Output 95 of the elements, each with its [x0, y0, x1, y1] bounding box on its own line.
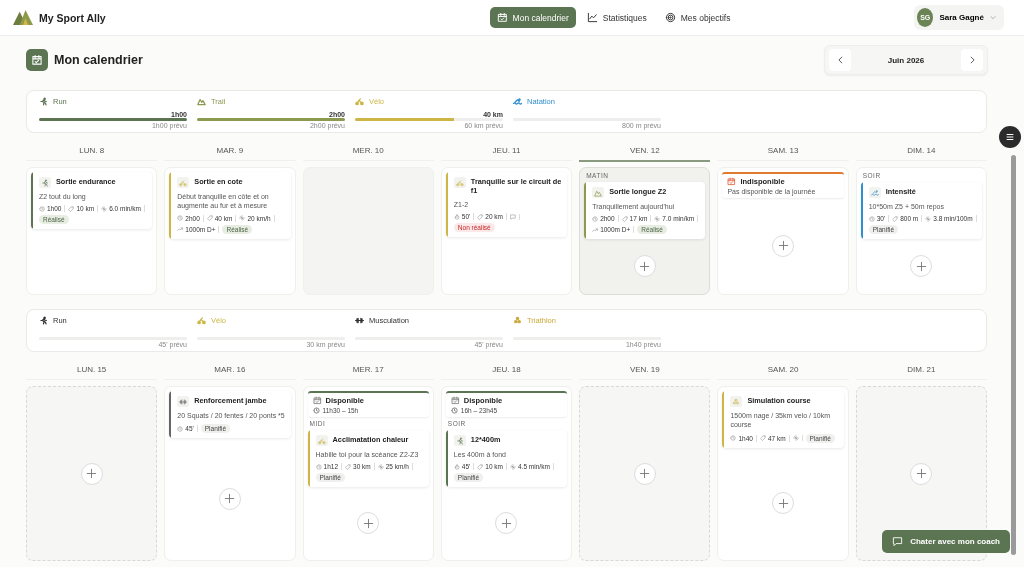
day-header: MER. 10: [302, 141, 434, 161]
list-icon: [1005, 132, 1015, 142]
spark-icon: [510, 463, 517, 470]
clock-icon: [730, 435, 737, 442]
day-header: JEU. 18: [440, 360, 573, 380]
day-header: LUN. 8: [26, 141, 158, 161]
plus-icon: [777, 240, 789, 251]
tag-icon: [68, 205, 75, 212]
calendar-icon: [496, 12, 508, 23]
nav-tab[interactable]: Mon calendrier: [489, 7, 576, 28]
filter-button[interactable]: [999, 126, 1021, 148]
clock-icon: [39, 205, 45, 212]
plus-icon: [915, 260, 927, 272]
clock-icon: [592, 215, 599, 222]
add-button[interactable]: [772, 234, 795, 257]
tag-icon: [345, 463, 352, 470]
runner-icon: [455, 436, 464, 445]
spark-icon: [239, 215, 246, 222]
tag-icon: [477, 213, 484, 220]
tag-icon: [477, 463, 484, 470]
calendar-icon: [450, 396, 460, 405]
page-title: Mon calendrier: [54, 53, 143, 67]
plus-icon: [362, 517, 374, 529]
plus-icon: [86, 468, 98, 479]
plus-icon: [224, 493, 236, 505]
caret-icon: [989, 15, 996, 20]
day-header: DIM. 21: [855, 360, 987, 380]
spark-icon: [377, 463, 384, 470]
day-header: SAM. 20: [717, 360, 849, 380]
day-header: JEU. 11: [440, 141, 573, 161]
tag-icon: [759, 435, 766, 442]
swimmer-icon: [870, 188, 879, 197]
tag-icon: [206, 215, 213, 222]
chat-button[interactable]: Chater avec mon coach: [882, 530, 1010, 553]
timer-icon: [453, 213, 460, 220]
add-button[interactable]: [633, 255, 656, 278]
clock-icon: [868, 215, 875, 222]
add-button[interactable]: [218, 487, 241, 510]
rings-icon: [732, 397, 741, 406]
day-header: MAR. 9: [164, 141, 296, 161]
clock-icon: [177, 425, 184, 432]
day-header: LUN. 15: [26, 360, 158, 380]
timer-icon: [453, 463, 460, 470]
scrollbar[interactable]: [1011, 155, 1016, 555]
trend-icon: [177, 226, 184, 233]
plus-icon: [777, 497, 789, 509]
chevron-left-icon: [837, 56, 843, 64]
spark-icon: [792, 435, 799, 442]
day-header: VEN. 19: [579, 360, 711, 380]
add-button[interactable]: [633, 462, 656, 485]
trend-icon: [592, 226, 599, 233]
bike-icon: [317, 436, 326, 445]
add-button[interactable]: [357, 512, 380, 535]
spark-icon: [101, 205, 108, 212]
add-button[interactable]: [80, 462, 103, 485]
calendar-icon: [312, 396, 322, 405]
mountain-icon: [594, 188, 603, 197]
add-button[interactable]: [772, 492, 795, 515]
comment-icon: [510, 213, 517, 220]
plus-icon: [639, 260, 651, 272]
add-button[interactable]: [495, 512, 518, 535]
spark-icon: [654, 215, 661, 222]
bike-icon: [179, 178, 188, 187]
add-button[interactable]: [910, 462, 933, 485]
plus-icon: [915, 468, 927, 479]
app-name: My Sport Ally: [39, 11, 106, 24]
day-header: DIM. 14: [855, 141, 987, 161]
tag-icon: [892, 215, 899, 222]
calendar-icon: [727, 177, 737, 186]
chevron-right-icon: [969, 56, 975, 64]
day-header: MER. 17: [302, 360, 434, 380]
clock-icon: [312, 407, 320, 414]
target-icon: [664, 12, 676, 23]
plus-icon: [501, 517, 512, 529]
plus-icon: [639, 468, 651, 479]
day-header: SAM. 13: [717, 141, 849, 161]
nav-tab[interactable]: Statistiques: [579, 7, 654, 28]
tag-icon: [621, 215, 628, 222]
add-button[interactable]: [910, 255, 933, 278]
logo-icon: [13, 9, 33, 26]
clock-icon: [315, 463, 322, 470]
month-label: Juin 2026: [887, 55, 925, 65]
calendar-icon: [26, 49, 48, 71]
clock-icon: [177, 215, 184, 222]
spark-icon: [925, 215, 932, 222]
dumbbell-icon: [179, 397, 188, 406]
day-header: MAR. 16: [164, 360, 296, 380]
bike-icon: [455, 178, 464, 187]
chart-icon: [586, 12, 598, 23]
nav-tab[interactable]: Mes objectifs: [657, 7, 738, 28]
clock-icon: [450, 407, 458, 414]
user-name: Sara Gagné: [939, 13, 984, 22]
runner-icon: [41, 178, 49, 187]
day-header: VEN. 12: [579, 141, 711, 162]
chat-icon: [892, 536, 904, 547]
